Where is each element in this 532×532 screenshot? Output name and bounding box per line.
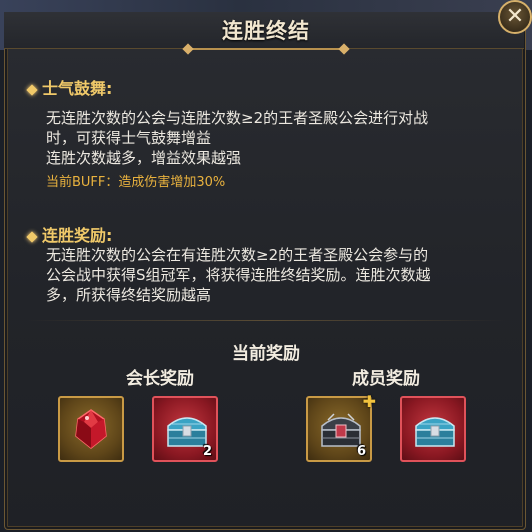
morale-heading-text: 士气鼓舞:	[42, 79, 113, 98]
streak-reward-description: 无连胜次数的公会在有连胜次数≥2的王者圣殿公会参与的 公会战中获得S组冠军，将获…	[46, 245, 506, 305]
streak-line-3: 多，所获得终结奖励越高	[46, 286, 212, 304]
red-gem-icon	[75, 409, 107, 449]
diamond-bullet-icon	[26, 83, 38, 96]
item-count: 6	[356, 444, 366, 459]
streak-reward-heading: 连胜奖励:	[26, 222, 113, 246]
blue-chest-icon	[415, 417, 455, 447]
leader-reward-slot-gem[interactable]	[58, 396, 124, 462]
streak-reward-heading-text: 连胜奖励:	[42, 226, 113, 245]
member-reward-slot-chest[interactable]	[400, 396, 466, 462]
morale-line-1: 无连胜次数的公会与连胜次数≥2的王者圣殿公会进行对战	[46, 109, 429, 127]
section-divider	[24, 320, 508, 321]
diamond-bullet-icon	[26, 230, 38, 243]
dialog-title: 连胜终结	[222, 19, 310, 43]
leader-reward-slot-chest[interactable]: 2	[152, 396, 218, 462]
current-rewards-title: 当前奖励	[232, 344, 300, 364]
morale-line-3: 连胜次数越多，增益效果越强	[46, 149, 242, 167]
streak-line-2: 公会战中获得S组冠军，将获得连胜终结奖励。连胜次数越	[46, 266, 431, 284]
current-buff-text: 当前BUFF：造成伤害增加30%	[46, 175, 226, 190]
member-reward-slot-dark-chest[interactable]: ✚ 6	[306, 392, 376, 462]
morale-line-2: 时，可获得士气鼓舞增益	[46, 129, 212, 147]
streak-line-1: 无连胜次数的公会在有连胜次数≥2的王者圣殿公会参与的	[46, 246, 429, 264]
close-button[interactable]: ✕	[498, 0, 532, 34]
leader-rewards-title: 会长奖励	[126, 369, 194, 389]
morale-heading: 士气鼓舞:	[26, 75, 113, 99]
member-rewards-title: 成员奖励	[352, 369, 420, 389]
morale-description: 无连胜次数的公会与连胜次数≥2的王者圣殿公会进行对战 时，可获得士气鼓舞增益 连…	[46, 108, 506, 168]
item-count: 2	[202, 444, 212, 459]
